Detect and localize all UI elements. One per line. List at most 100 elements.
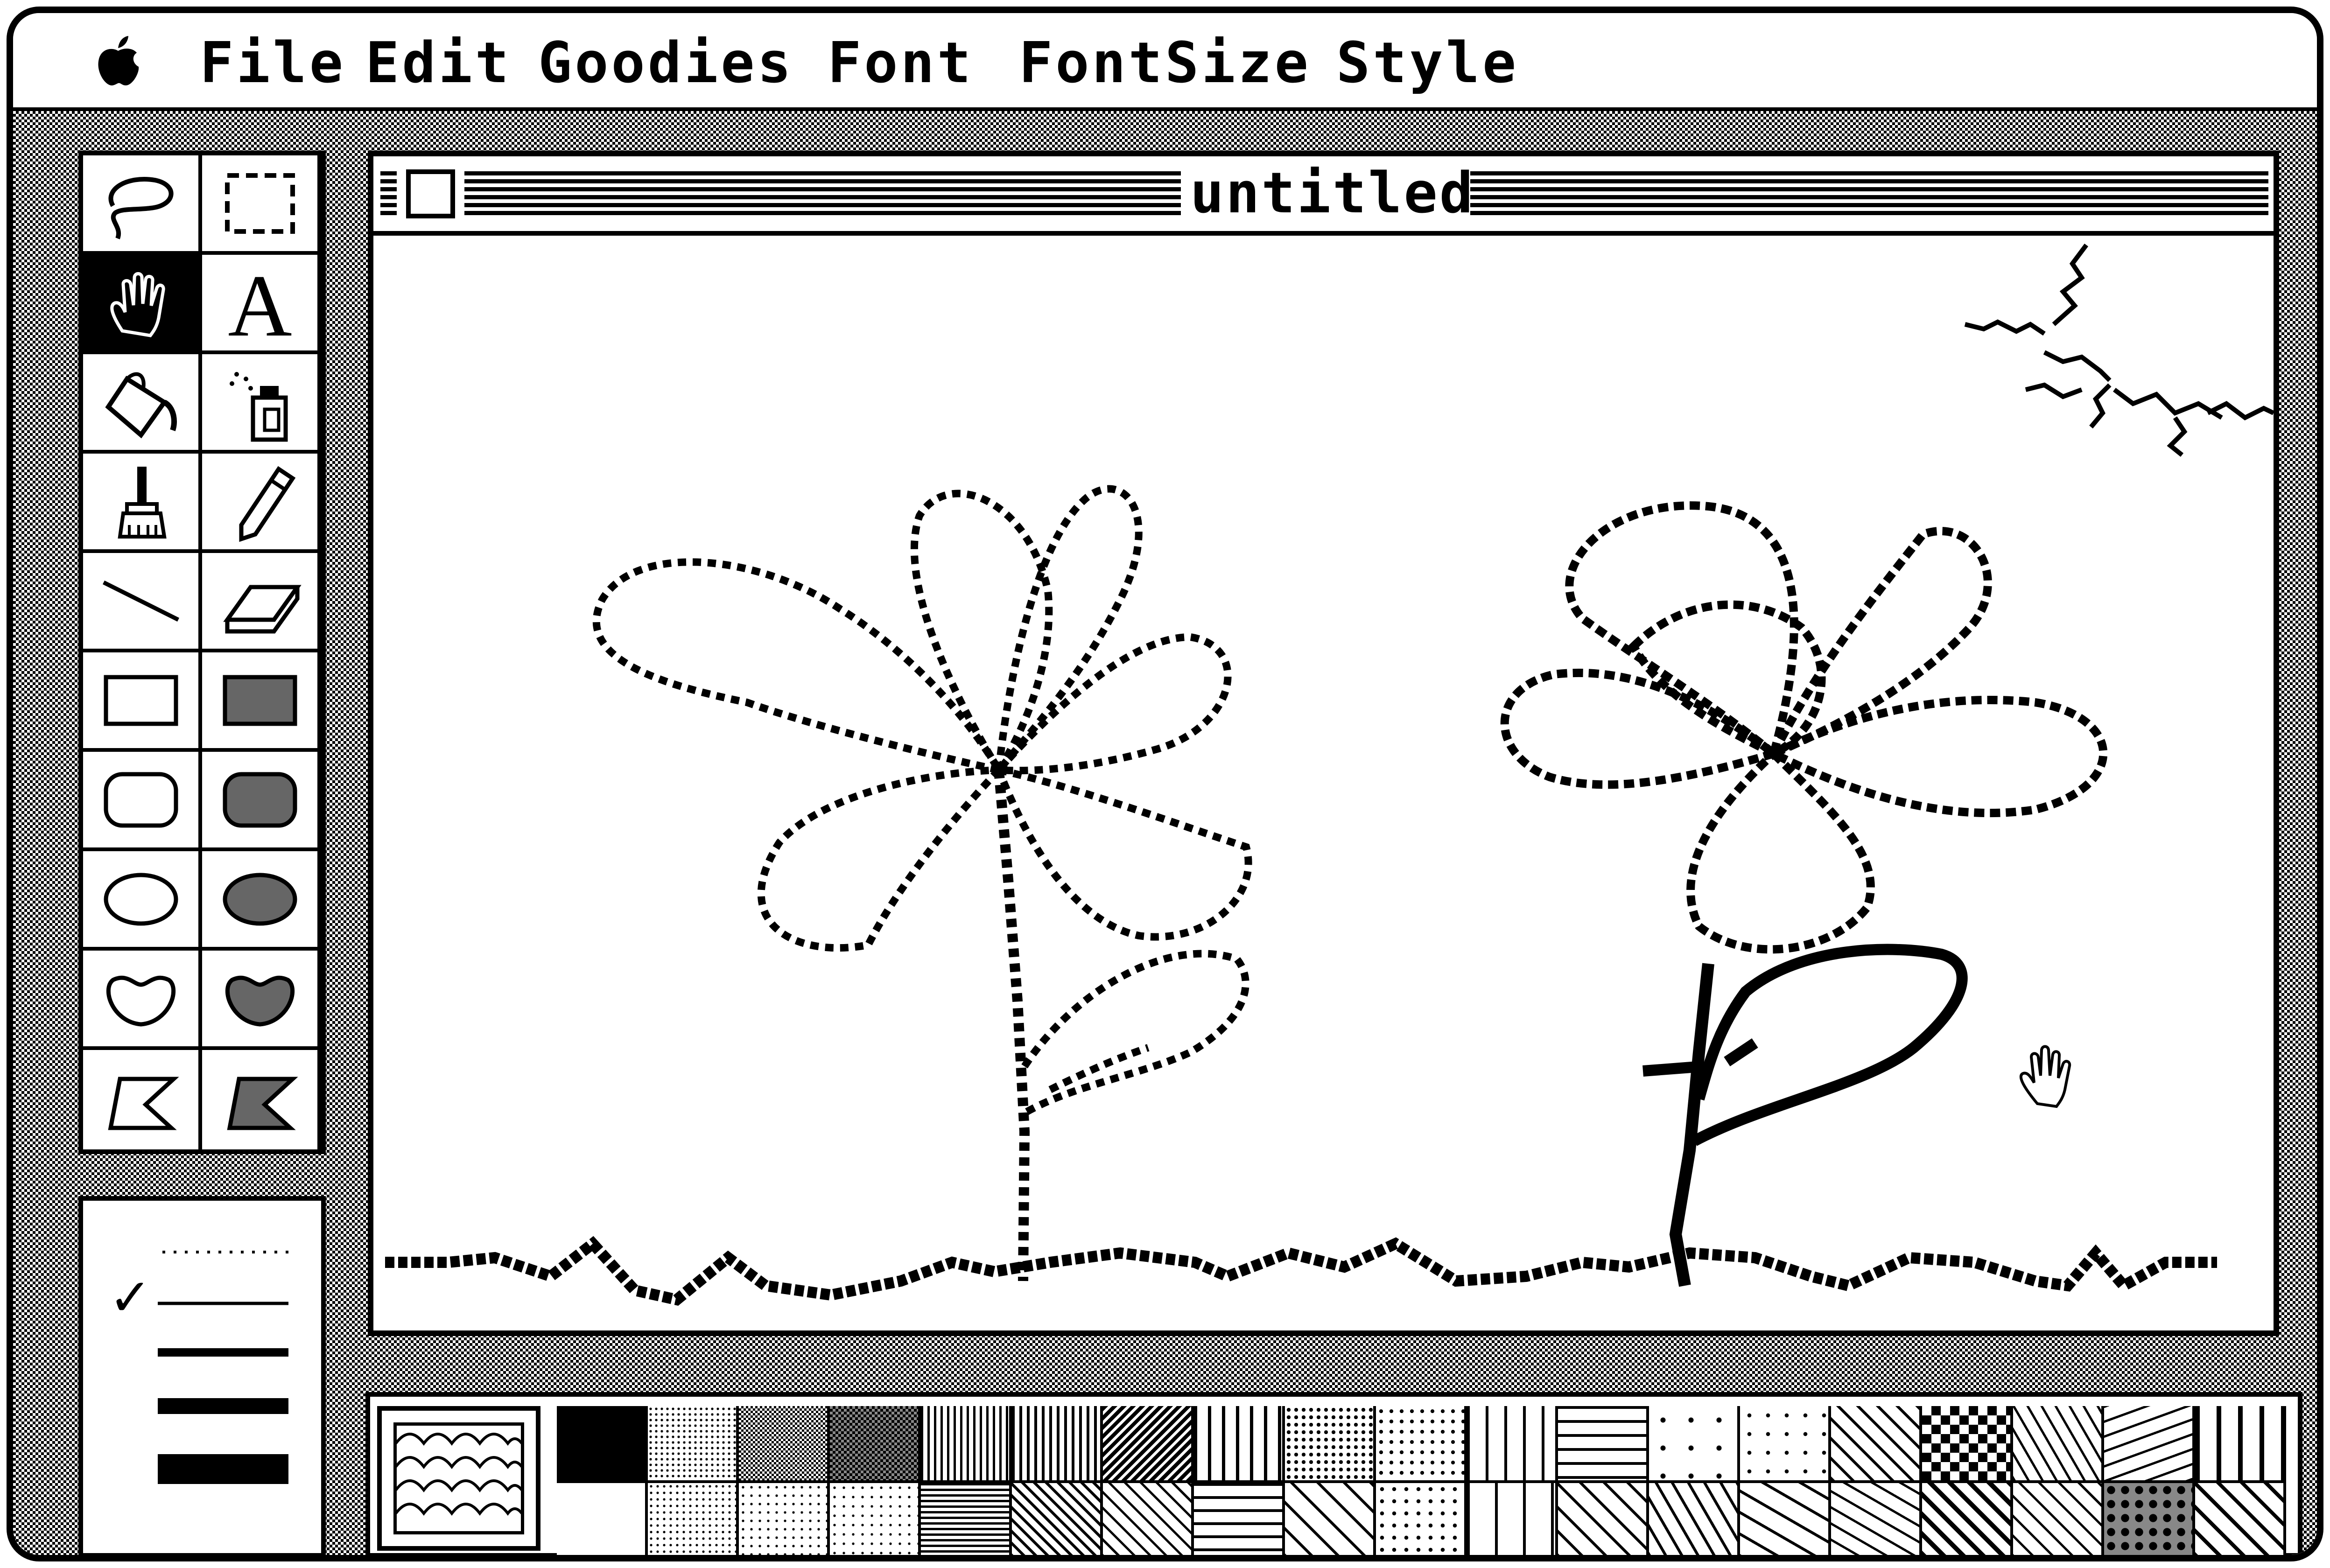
menu-file[interactable]: File — [200, 31, 346, 96]
paintbrush-tool[interactable] — [83, 454, 202, 553]
rounded-rectangle-tool[interactable] — [83, 752, 202, 851]
pattern-swatch[interactable] — [1103, 1483, 1194, 1555]
eraser-icon — [223, 585, 302, 633]
pattern-swatch[interactable] — [1649, 1483, 1740, 1555]
grass — [385, 1236, 2217, 1306]
pattern-palette — [365, 1392, 2302, 1555]
close-box[interactable] — [397, 160, 464, 228]
pattern-swatch[interactable] — [1285, 1483, 1376, 1555]
pattern-swatch[interactable] — [1831, 1406, 1922, 1483]
pattern-swatch[interactable] — [830, 1483, 921, 1555]
current-pattern — [377, 1406, 540, 1551]
filled-rounded-rectangle-icon — [223, 772, 297, 827]
pattern-swatch[interactable] — [1012, 1406, 1103, 1483]
pattern-swatch[interactable] — [1740, 1483, 1831, 1555]
text-tool[interactable]: A — [202, 255, 321, 354]
pattern-swatch[interactable] — [1649, 1406, 1740, 1483]
line-width-palette: ✓ — [78, 1196, 326, 1555]
pattern-swatch[interactable] — [648, 1406, 739, 1483]
pattern-swatch[interactable] — [2013, 1483, 2104, 1555]
selection-rectangle-tool[interactable] — [202, 155, 321, 255]
filled-freeform-tool[interactable] — [202, 951, 321, 1050]
pattern-swatch[interactable] — [1922, 1483, 2013, 1555]
pattern-swatch[interactable] — [921, 1483, 1012, 1555]
marquee-icon — [225, 173, 295, 234]
hand-icon — [110, 272, 165, 337]
pattern-swatch[interactable] — [1467, 1483, 1558, 1555]
filled-polygon-tool[interactable] — [202, 1050, 321, 1149]
filled-rectangle-tool[interactable] — [202, 652, 321, 752]
grabber-hand-tool[interactable] — [83, 255, 202, 354]
eraser-tool[interactable] — [202, 553, 321, 652]
title-bar[interactable]: untitled — [373, 156, 2274, 236]
pattern-swatch[interactable] — [1831, 1483, 1922, 1555]
window-title: untitled — [1190, 161, 1475, 226]
filled-oval-icon — [223, 873, 297, 925]
spray-can-icon — [229, 371, 288, 441]
spray-can-tool[interactable] — [202, 354, 321, 454]
pattern-swatch[interactable] — [1103, 1406, 1194, 1483]
document-window: untitled — [368, 151, 2279, 1336]
apple-menu-icon[interactable] — [95, 34, 141, 88]
pattern-swatch[interactable] — [739, 1406, 830, 1483]
rectangle-tool[interactable] — [83, 652, 202, 752]
pattern-swatch[interactable] — [557, 1406, 648, 1483]
pattern-swatch[interactable] — [2104, 1483, 2195, 1555]
pattern-swatch[interactable] — [1376, 1406, 1467, 1483]
menu-font[interactable]: Font — [828, 31, 974, 96]
paintbrush-icon — [117, 466, 167, 539]
filled-oval-tool[interactable] — [202, 851, 321, 951]
text-icon: A — [228, 261, 292, 345]
pencil-tool[interactable] — [202, 454, 321, 553]
pattern-swatch[interactable] — [1194, 1483, 1285, 1555]
scales-pattern-preview — [393, 1422, 524, 1534]
oval-tool[interactable] — [83, 851, 202, 951]
menu-bar: File Edit Goodies Font FontSize Style — [13, 13, 2317, 111]
pattern-swatch[interactable] — [921, 1406, 1012, 1483]
line-icon — [102, 580, 179, 622]
pattern-swatch[interactable] — [1376, 1483, 1467, 1555]
text-tool-glyph: A — [228, 261, 292, 345]
pattern-swatch[interactable] — [648, 1483, 739, 1555]
pattern-swatch[interactable] — [2195, 1406, 2286, 1483]
pencil-icon — [239, 466, 295, 542]
pattern-swatch[interactable] — [557, 1483, 648, 1555]
right-flower — [1500, 501, 2108, 1287]
sun-rays — [1964, 244, 2274, 457]
lasso-tool[interactable] — [83, 155, 202, 255]
pattern-swatch[interactable] — [2104, 1406, 2195, 1483]
rounded-rectangle-icon — [104, 772, 178, 827]
menu-goodies[interactable]: Goodies — [538, 31, 794, 96]
paint-bucket-tool[interactable] — [83, 354, 202, 454]
left-flower — [592, 485, 1252, 1281]
desktop-background: A ✓ untitled — [13, 111, 2317, 1555]
pattern-swatch[interactable] — [1558, 1406, 1649, 1483]
filled-polygon-icon — [227, 1077, 298, 1130]
pattern-swatch[interactable] — [1922, 1406, 2013, 1483]
pattern-swatch[interactable] — [1467, 1406, 1558, 1483]
freeform-icon — [106, 975, 175, 1027]
drawing-canvas[interactable] — [373, 236, 2274, 1330]
hand-cursor-icon — [2019, 1045, 2071, 1108]
filled-rounded-rectangle-tool[interactable] — [202, 752, 321, 851]
pattern-swatch[interactable] — [1740, 1406, 1831, 1483]
pattern-swatch[interactable] — [1012, 1483, 1103, 1555]
menu-style[interactable]: Style — [1336, 31, 1519, 96]
title-stripes-right — [1470, 171, 2268, 218]
pattern-swatch[interactable] — [830, 1406, 921, 1483]
polygon-tool[interactable] — [83, 1050, 202, 1149]
pattern-swatch[interactable] — [2013, 1406, 2104, 1483]
pattern-swatch[interactable] — [739, 1483, 830, 1555]
title-stripes-left — [380, 171, 1181, 218]
pattern-swatch[interactable] — [2195, 1483, 2286, 1555]
pattern-swatch[interactable] — [1558, 1483, 1649, 1555]
filled-freeform-icon — [225, 975, 295, 1027]
screen-frame: File Edit Goodies Font FontSize Style A — [7, 7, 2323, 1561]
pattern-swatch[interactable] — [1285, 1406, 1376, 1483]
tool-palette: A — [78, 151, 326, 1154]
menu-edit[interactable]: Edit — [365, 31, 512, 96]
pattern-swatch[interactable] — [1194, 1406, 1285, 1483]
freeform-tool[interactable] — [83, 951, 202, 1050]
menu-fontsize[interactable]: FontSize — [1019, 31, 1311, 96]
line-tool[interactable] — [83, 553, 202, 652]
